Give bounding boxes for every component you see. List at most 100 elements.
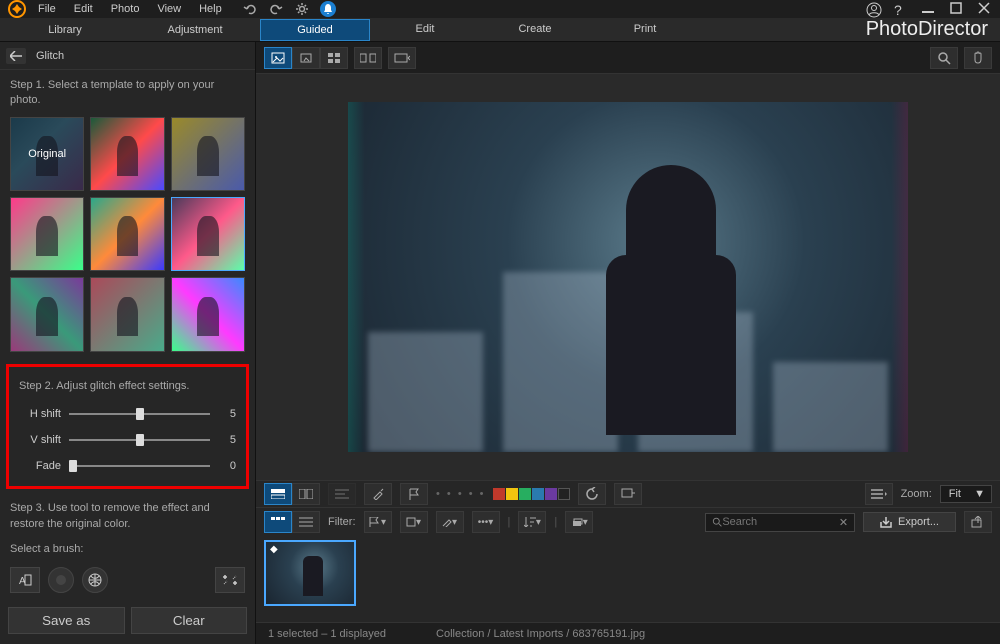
search-box[interactable]: ✕ [705, 513, 855, 532]
layout-horizontal-icon[interactable] [264, 483, 292, 505]
tab-create[interactable]: Create [480, 19, 590, 41]
export-button[interactable]: Export... [863, 512, 956, 532]
view-grid-icon[interactable] [320, 47, 348, 69]
color-labels[interactable] [493, 488, 570, 500]
status-selection: 1 selected – 1 displayed [268, 628, 386, 640]
menu-photo[interactable]: Photo [111, 3, 140, 15]
stack-icon[interactable]: ▾ [565, 511, 593, 533]
pan-tool-icon[interactable] [964, 47, 992, 69]
save-as-button[interactable]: Save as [8, 607, 125, 634]
zoom-select[interactable]: Fit▼ [940, 485, 992, 503]
layout-vertical-icon[interactable] [292, 483, 320, 505]
fade-slider[interactable] [69, 465, 210, 467]
template-9[interactable] [171, 277, 245, 351]
share-icon[interactable] [964, 511, 992, 533]
flag-icon[interactable] [400, 483, 428, 505]
browser-list-icon[interactable] [292, 511, 320, 533]
tab-edit[interactable]: Edit [370, 19, 480, 41]
vshift-label: V shift [19, 434, 61, 446]
modebar: Library Adjustment Guided Edit Create Pr… [0, 18, 1000, 42]
back-button[interactable] [6, 48, 26, 64]
preview-image [348, 102, 908, 452]
crop-icon[interactable] [614, 483, 642, 505]
step2-text: Step 2. Adjust glitch effect settings. [19, 379, 236, 394]
tab-print[interactable]: Print [590, 19, 700, 41]
zoom-label: Zoom: [901, 488, 932, 500]
maximize-button[interactable] [950, 2, 964, 16]
step1-text: Step 1. Select a template to apply on yo… [10, 78, 245, 109]
hshift-slider[interactable] [69, 413, 210, 415]
notification-icon[interactable] [320, 1, 336, 17]
main-area: • • • • • Zoom: Fit▼ Filter: ▾ [256, 42, 1000, 644]
menu-help[interactable]: Help [199, 3, 222, 15]
undo-icon[interactable] [242, 1, 258, 17]
mode-adjustment[interactable]: Adjustment [130, 24, 260, 36]
fade-label: Fade [19, 460, 61, 472]
app-name: PhotoDirector [866, 18, 988, 41]
account-icon[interactable] [866, 2, 880, 16]
mode-library[interactable]: Library [0, 24, 130, 36]
step3-text: Step 3. Use tool to remove the effect an… [10, 501, 245, 532]
template-3[interactable] [171, 117, 245, 191]
browser-strip: ◆ [256, 536, 1000, 622]
panel-title: Glitch [36, 50, 64, 62]
brush-globe-tool[interactable] [82, 567, 108, 593]
hshift-label: H shift [19, 408, 61, 420]
template-7[interactable] [10, 277, 84, 351]
zoom-tool-icon[interactable] [930, 47, 958, 69]
tab-guided[interactable]: Guided [260, 19, 370, 41]
align-icon[interactable] [328, 483, 356, 505]
view-secondary-icon[interactable] [388, 47, 416, 69]
mid-toolbar: • • • • • Zoom: Fit▼ [256, 480, 1000, 508]
list-menu-icon[interactable] [865, 483, 893, 505]
browser-thumb-1[interactable]: ◆ [264, 540, 356, 606]
fade-value: 0 [218, 460, 236, 472]
filter-label-icon[interactable]: ▾ [400, 511, 428, 533]
filter-edit-icon[interactable]: ▾ [436, 511, 464, 533]
close-button[interactable] [978, 2, 992, 16]
template-5[interactable] [90, 197, 164, 271]
menu-view[interactable]: View [157, 3, 181, 15]
titlebar: File Edit Photo View Help ? [0, 0, 1000, 18]
sort-icon[interactable]: ▾ [518, 511, 546, 533]
search-input[interactable] [722, 516, 839, 528]
hshift-value: 5 [218, 408, 236, 420]
brush-compare-tool[interactable] [215, 567, 245, 593]
view-fit-icon[interactable] [292, 47, 320, 69]
step2-box: Step 2. Adjust glitch effect settings. H… [6, 364, 249, 489]
brush-round-tool[interactable] [48, 567, 74, 593]
vshift-slider[interactable] [69, 439, 210, 441]
tag-icon: ◆ [270, 544, 278, 555]
template-2[interactable] [90, 117, 164, 191]
select-brush-label: Select a brush: [10, 542, 245, 557]
help-icon[interactable]: ? [894, 2, 908, 16]
clear-button[interactable]: Clear [131, 607, 248, 634]
sidebar: Glitch Step 1. Select a template to appl… [0, 42, 256, 644]
app-logo [8, 0, 26, 18]
brush-text-tool[interactable]: A [10, 567, 40, 593]
viewer-toolbar [256, 42, 1000, 74]
template-original[interactable]: Original [10, 117, 84, 191]
canvas[interactable] [256, 74, 1000, 480]
filter-flag-icon[interactable]: ▾ [364, 511, 392, 533]
browser-thumb-icon[interactable] [264, 511, 292, 533]
search-clear-icon[interactable]: ✕ [839, 516, 848, 529]
template-6[interactable] [171, 197, 245, 271]
template-8[interactable] [90, 277, 164, 351]
vshift-value: 5 [218, 434, 236, 446]
menu-file[interactable]: File [38, 3, 56, 15]
redo-icon[interactable] [268, 1, 284, 17]
rating-dots[interactable]: • • • • • [436, 488, 485, 500]
view-compare-icon[interactable] [354, 47, 382, 69]
filter-more-icon[interactable]: •••▾ [472, 511, 500, 533]
rotate-icon[interactable] [578, 483, 606, 505]
gear-icon[interactable] [294, 1, 310, 17]
browser-toolbar: Filter: ▾ ▾ ▾ •••▾ | ▾ | ▾ ✕ Export... [256, 508, 1000, 536]
template-4[interactable] [10, 197, 84, 271]
minimize-button[interactable] [922, 2, 936, 16]
template-grid: Original [10, 117, 245, 352]
view-single-icon[interactable] [264, 47, 292, 69]
status-path: Collection / Latest Imports / 683765191.… [436, 628, 645, 640]
menu-edit[interactable]: Edit [74, 3, 93, 15]
brush-icon[interactable] [364, 483, 392, 505]
